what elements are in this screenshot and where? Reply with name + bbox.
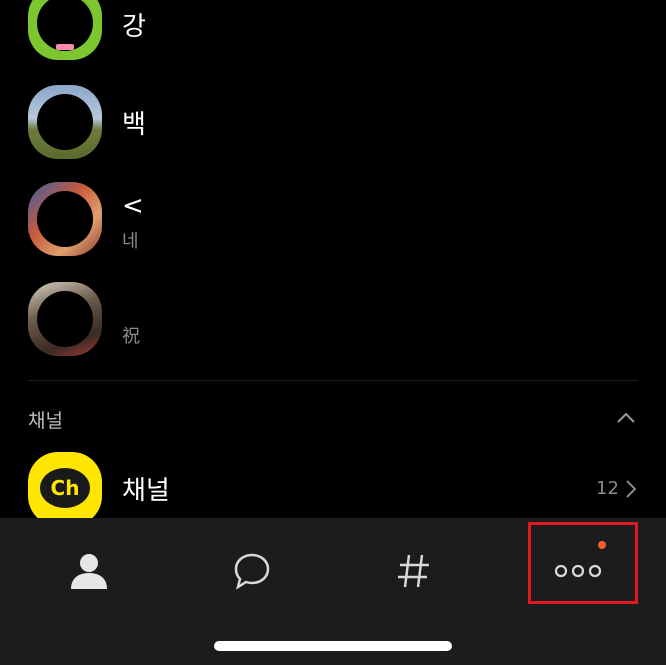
section-divider [28, 380, 638, 381]
friend-status-message: 네 [122, 231, 139, 252]
chevron-right-icon [626, 480, 637, 498]
avatar-cutout [37, 291, 93, 347]
chat-bubble-icon [234, 553, 270, 590]
channel-section-title: 채널 [28, 410, 63, 432]
avatar-accent [56, 44, 74, 50]
selection-highlight-box [528, 522, 638, 604]
friend-name: 백 [122, 110, 146, 140]
tab-chats[interactable] [222, 546, 282, 596]
friend-row[interactable]: 백 [0, 80, 666, 160]
friend-avatar [28, 182, 102, 256]
channel-count: 12 [596, 478, 619, 499]
friend-avatar [28, 282, 102, 356]
avatar-cutout [37, 191, 93, 247]
tab-friends[interactable] [59, 546, 119, 596]
friend-name: < [122, 191, 144, 221]
hashtag-icon [398, 554, 429, 588]
channel-badge-text: Ch [40, 468, 90, 508]
channel-icon: Ch [28, 452, 102, 526]
friend-row[interactable]: < 네 [0, 175, 666, 265]
friend-status-message: 祝 [122, 326, 140, 347]
friend-avatar [28, 85, 102, 159]
friend-avatar [28, 0, 102, 60]
home-indicator[interactable] [214, 641, 452, 651]
channel-name: 채널 [122, 476, 170, 506]
friend-row[interactable]: 祝 [0, 272, 666, 362]
avatar-cutout [37, 94, 93, 150]
person-icon [71, 554, 107, 589]
friend-row[interactable]: 강 [0, 0, 666, 60]
friend-name: 강 [122, 12, 146, 42]
tab-open-chat[interactable] [384, 546, 444, 596]
chevron-up-icon[interactable] [614, 408, 638, 428]
